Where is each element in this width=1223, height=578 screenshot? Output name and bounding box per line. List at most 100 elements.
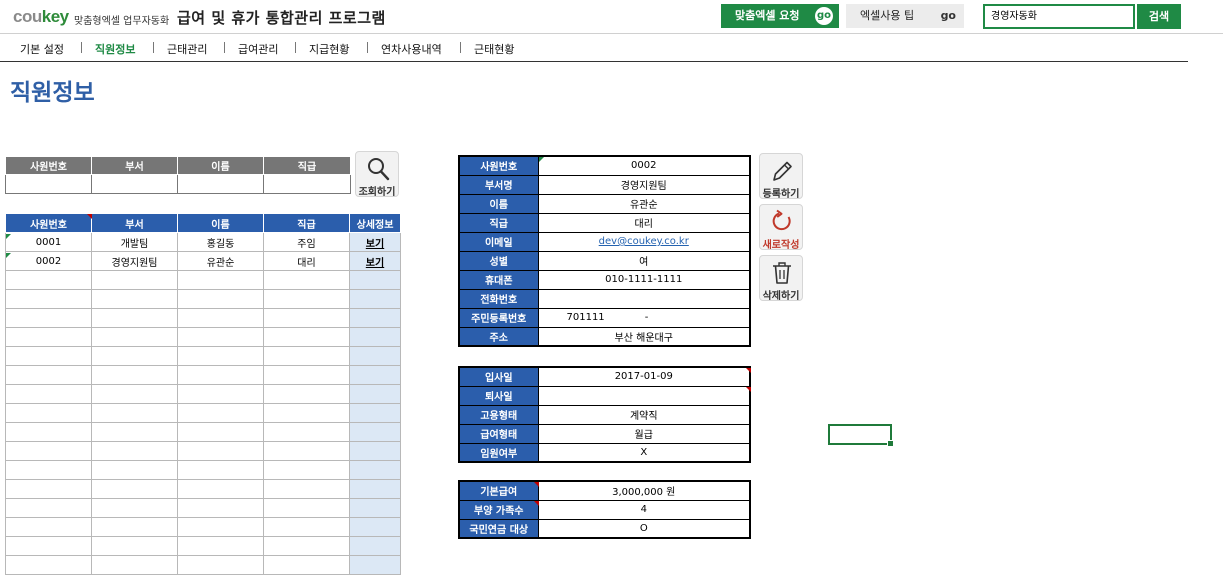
value-pay-type[interactable]: 월급 <box>537 423 751 444</box>
empty-cell[interactable] <box>5 308 92 328</box>
search-dept-field[interactable] <box>91 174 178 194</box>
search-rank-field[interactable] <box>263 174 351 194</box>
empty-cell[interactable] <box>5 327 92 347</box>
value-gender[interactable]: 여 <box>537 250 751 271</box>
search-button[interactable]: 검색 <box>1137 4 1181 29</box>
empty-cell[interactable] <box>5 460 92 480</box>
value-base-salary[interactable]: 3,000,000 원 <box>537 480 751 501</box>
value-hire-date[interactable]: 2017-01-09 <box>537 366 751 387</box>
empty-cell[interactable] <box>5 441 92 461</box>
empty-cell[interactable] <box>177 308 264 328</box>
empty-cell[interactable] <box>5 555 92 575</box>
empty-cell[interactable] <box>263 289 350 309</box>
email-link[interactable]: dev@coukey.co.kr <box>599 236 689 247</box>
request-custom-excel-button[interactable]: 맞춤엑셀 요청 go <box>721 4 839 28</box>
value-address[interactable]: 부산 해운대구 <box>537 326 751 347</box>
empty-cell[interactable] <box>5 403 92 423</box>
empty-cell[interactable] <box>177 289 264 309</box>
value-executive[interactable]: X <box>537 442 751 463</box>
empty-cell[interactable] <box>91 346 178 366</box>
empty-cell[interactable] <box>349 517 401 537</box>
empty-cell[interactable] <box>349 365 401 385</box>
view-detail-link[interactable]: 보기 <box>366 258 384 269</box>
empty-cell[interactable] <box>263 346 350 366</box>
empty-cell[interactable] <box>263 460 350 480</box>
empty-cell[interactable] <box>91 441 178 461</box>
empty-cell[interactable] <box>263 308 350 328</box>
value-resident-no[interactable]: 701111 - <box>537 307 751 328</box>
empty-cell[interactable] <box>5 498 92 518</box>
empty-cell[interactable] <box>349 460 401 480</box>
value-dependents[interactable]: 4 <box>537 499 751 520</box>
empty-cell[interactable] <box>177 479 264 499</box>
menu-payroll[interactable]: 급여관리 <box>238 41 278 57</box>
empty-cell[interactable] <box>177 365 264 385</box>
empty-cell[interactable] <box>349 555 401 575</box>
empty-cell[interactable] <box>91 517 178 537</box>
empty-cell[interactable] <box>5 536 92 556</box>
empty-cell[interactable] <box>263 441 350 461</box>
empty-cell[interactable] <box>177 555 264 575</box>
empty-cell[interactable] <box>177 536 264 556</box>
value-phone[interactable] <box>537 288 751 309</box>
empty-cell[interactable] <box>349 289 401 309</box>
empty-cell[interactable] <box>263 384 350 404</box>
empty-cell[interactable] <box>349 441 401 461</box>
empty-cell[interactable] <box>263 327 350 347</box>
empty-cell[interactable] <box>91 403 178 423</box>
empty-cell[interactable] <box>91 327 178 347</box>
menu-payment-status[interactable]: 지급현황 <box>309 41 349 57</box>
empty-cell[interactable] <box>91 498 178 518</box>
menu-attendance-status[interactable]: 근태현황 <box>474 41 514 57</box>
excel-tips-button[interactable]: 엑셀사용 팁 go <box>846 4 964 28</box>
empty-cell[interactable] <box>177 346 264 366</box>
empty-cell[interactable] <box>263 536 350 556</box>
empty-cell[interactable] <box>263 365 350 385</box>
menu-basic-settings[interactable]: 기본 설정 <box>20 41 64 57</box>
empty-cell[interactable] <box>349 498 401 518</box>
value-name[interactable]: 유관순 <box>537 193 751 214</box>
empty-cell[interactable] <box>177 422 264 442</box>
empty-cell[interactable] <box>263 270 350 290</box>
search-query-button[interactable]: 조회하기 <box>355 151 399 198</box>
search-input[interactable]: 경영자동화 <box>983 4 1135 29</box>
empty-cell[interactable] <box>177 517 264 537</box>
empty-cell[interactable] <box>349 403 401 423</box>
empty-cell[interactable] <box>263 555 350 575</box>
empty-cell[interactable] <box>349 346 401 366</box>
empty-cell[interactable] <box>263 498 350 518</box>
value-leave-date[interactable] <box>537 385 751 406</box>
empty-cell[interactable] <box>263 422 350 442</box>
delete-button[interactable]: 삭제하기 <box>759 255 803 302</box>
empty-cell[interactable] <box>91 308 178 328</box>
empty-cell[interactable] <box>91 365 178 385</box>
empty-cell[interactable] <box>5 270 92 290</box>
empty-cell[interactable] <box>91 555 178 575</box>
value-dept[interactable]: 경영지원팀 <box>537 174 751 195</box>
empty-cell[interactable] <box>91 270 178 290</box>
empty-cell[interactable] <box>91 289 178 309</box>
search-emp-no-field[interactable] <box>5 174 92 194</box>
empty-cell[interactable] <box>263 403 350 423</box>
empty-cell[interactable] <box>91 536 178 556</box>
empty-cell[interactable] <box>177 327 264 347</box>
empty-cell[interactable] <box>177 270 264 290</box>
empty-cell[interactable] <box>177 441 264 461</box>
empty-cell[interactable] <box>91 384 178 404</box>
empty-cell[interactable] <box>177 460 264 480</box>
empty-cell[interactable] <box>91 460 178 480</box>
empty-cell[interactable] <box>349 422 401 442</box>
empty-cell[interactable] <box>349 479 401 499</box>
empty-cell[interactable] <box>263 479 350 499</box>
menu-annual-leave[interactable]: 연차사용내역 <box>381 41 442 57</box>
empty-cell[interactable] <box>5 422 92 442</box>
empty-cell[interactable] <box>349 308 401 328</box>
value-mobile[interactable]: 010-1111-1111 <box>537 269 751 290</box>
empty-cell[interactable] <box>177 384 264 404</box>
menu-employee-info[interactable]: 직원정보 <box>95 41 135 57</box>
value-national-pension[interactable]: O <box>537 518 751 539</box>
menu-attendance[interactable]: 근태관리 <box>167 41 207 57</box>
selected-cell[interactable] <box>828 424 894 447</box>
new-entry-button[interactable]: 새로작성 <box>759 204 803 251</box>
empty-cell[interactable] <box>349 384 401 404</box>
